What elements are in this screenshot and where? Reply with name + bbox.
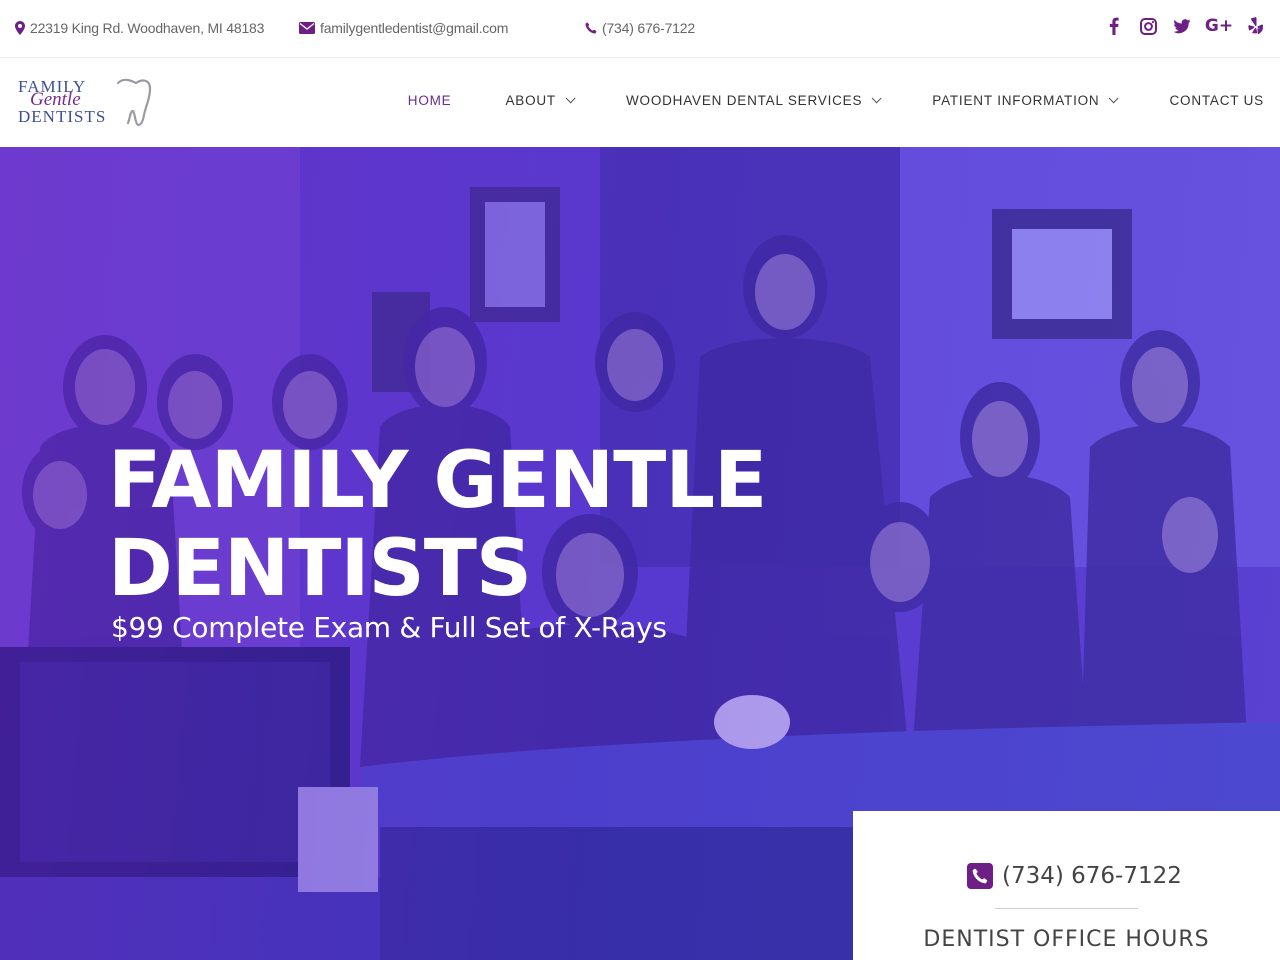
yelp-icon[interactable] bbox=[1246, 15, 1266, 37]
top-info-bar: 22319 King Rd. Woodhaven, MI 48183 famil… bbox=[0, 0, 1280, 58]
office-hours-card: (734) 676-7122 DENTIST OFFICE HOURS bbox=[853, 811, 1280, 960]
chevron-down-icon bbox=[1109, 93, 1120, 104]
nav-home[interactable]: HOME bbox=[408, 93, 452, 108]
twitter-icon[interactable] bbox=[1172, 15, 1192, 37]
chevron-down-icon bbox=[565, 93, 576, 104]
google-plus-icon[interactable]: G+ bbox=[1205, 15, 1233, 37]
facebook-icon[interactable] bbox=[1104, 15, 1124, 37]
address-item[interactable]: 22319 King Rd. Woodhaven, MI 48183 bbox=[15, 17, 264, 39]
nav-contact-label: CONTACT US bbox=[1169, 93, 1264, 108]
nav-woodhaven-dental-services[interactable]: WOODHAVEN DENTAL SERVICES bbox=[625, 93, 882, 108]
main-nav: HOME ABOUT WOODHAVEN DENTAL SERVICES PAT… bbox=[354, 93, 1264, 108]
phone-text: (734) 676-7122 bbox=[602, 20, 695, 36]
social-links: G+ bbox=[1104, 15, 1266, 37]
nav-patient-info-label: PATIENT INFORMATION bbox=[932, 93, 1100, 108]
instagram-icon[interactable] bbox=[1138, 15, 1158, 37]
logo-line-dentists: DENTISTS bbox=[18, 107, 107, 126]
envelope-icon bbox=[299, 22, 315, 34]
nav-patient-information[interactable]: PATIENT INFORMATION bbox=[932, 93, 1120, 108]
nav-home-label: HOME bbox=[407, 93, 452, 108]
map-marker-icon bbox=[15, 21, 25, 35]
site-header: FAMILY Gentle DENTISTS HOME ABOUT WOODHA… bbox=[0, 59, 1280, 147]
phone-item[interactable]: (734) 676-7122 bbox=[585, 17, 695, 39]
phone-icon bbox=[585, 22, 597, 34]
email-text: familygentledentist@gmail.com bbox=[320, 20, 509, 36]
address-text: 22319 King Rd. Woodhaven, MI 48183 bbox=[30, 20, 265, 36]
chevron-down-icon bbox=[871, 93, 882, 104]
nav-services-label: WOODHAVEN DENTAL SERVICES bbox=[625, 93, 863, 108]
card-phone-link[interactable]: (734) 676-7122 bbox=[967, 863, 1182, 889]
nav-contact-us[interactable]: CONTACT US bbox=[1169, 93, 1264, 108]
hero-title-line-2: DENTISTS bbox=[108, 524, 532, 614]
nav-about[interactable]: ABOUT bbox=[505, 93, 576, 108]
hero-title-line-1: FAMILY GENTLE bbox=[108, 436, 767, 526]
hero-subtitle: $99 Complete Exam & Full Set of X-Rays bbox=[111, 611, 667, 644]
tooth-logo-icon bbox=[116, 78, 152, 127]
office-hours-heading: DENTIST OFFICE HOURS bbox=[923, 927, 1210, 952]
phone-square-icon bbox=[967, 863, 993, 889]
card-phone-text: (734) 676-7122 bbox=[1002, 863, 1182, 889]
nav-about-label: ABOUT bbox=[505, 93, 556, 108]
hero-title: FAMILY GENTLE DENTISTS bbox=[108, 437, 828, 613]
card-divider bbox=[995, 908, 1138, 909]
email-item[interactable]: familygentledentist@gmail.com bbox=[299, 17, 508, 39]
site-logo[interactable]: FAMILY Gentle DENTISTS bbox=[18, 77, 158, 129]
